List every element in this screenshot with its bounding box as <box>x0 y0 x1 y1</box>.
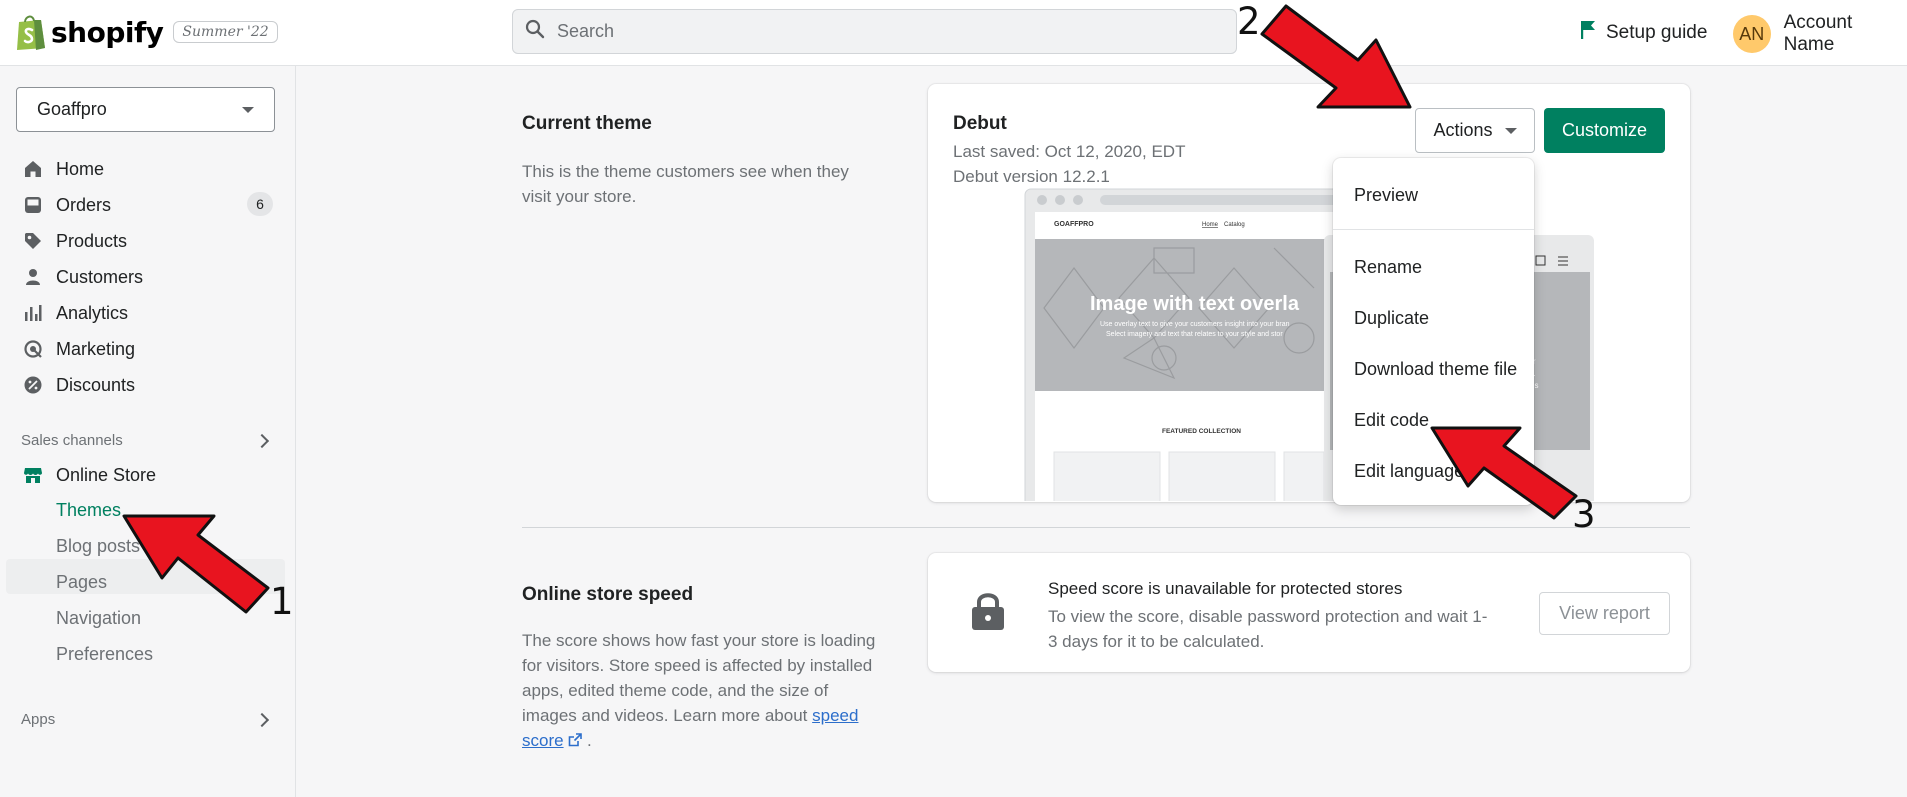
sidebar-item-label: Marketing <box>56 338 136 359</box>
discount-icon <box>22 374 44 396</box>
caret-down-icon <box>242 107 254 113</box>
sidebar-item-label: Home <box>56 158 105 179</box>
sidebar-item-customers[interactable]: Customers <box>22 262 143 292</box>
menu-divider <box>1333 229 1534 230</box>
menu-item-download-theme-file[interactable]: Download theme file <box>1354 359 1517 380</box>
setup-guide-label: Setup guide <box>1606 22 1708 43</box>
annotation-number-1: 1 <box>270 580 294 623</box>
svg-text:Select imagery and text that r: Select imagery and text that relates to … <box>1106 331 1283 338</box>
theme-version: Debut version 12.2.1 <box>953 167 1110 186</box>
store-name: Goaffpro <box>37 99 107 119</box>
menu-item-edit-language[interactable]: Edit language <box>1354 461 1464 482</box>
annotation-number-3: 3 <box>1572 493 1596 536</box>
active-item-highlight <box>6 559 285 594</box>
sidebar-item-discounts[interactable]: Discounts <box>22 370 135 400</box>
svg-text:Catalog: Catalog <box>1224 222 1245 228</box>
orders-count-badge: 6 <box>247 192 273 216</box>
menu-item-edit-code[interactable]: Edit code <box>1354 410 1429 431</box>
svg-text:Use overlay text to give your: Use overlay text to give your customers … <box>1100 321 1290 328</box>
speed-card-title: Speed score is unavailable for protected… <box>1048 579 1403 598</box>
account-menu[interactable]: AN Account Name <box>1733 12 1907 56</box>
search-icon <box>525 19 545 44</box>
shopify-bag-icon <box>14 13 48 51</box>
sidebar-item-label: Online Store <box>56 464 157 485</box>
menu-item-duplicate[interactable]: Duplicate <box>1354 308 1429 329</box>
avatar: AN <box>1733 15 1771 53</box>
setup-guide-button[interactable]: Setup guide <box>1580 20 1707 46</box>
search-bar[interactable] <box>512 9 1237 54</box>
external-link-icon[interactable] <box>568 729 583 754</box>
svg-text:GOAFFPRO: GOAFFPRO <box>1054 221 1094 228</box>
svg-text:Home: Home <box>1202 222 1219 228</box>
speed-description-end: . <box>587 731 592 750</box>
annotation-number-2: 2 <box>1237 0 1261 43</box>
edition-badge: Summer '22 <box>173 21 278 43</box>
sidebar-item-products[interactable]: Products <box>22 226 127 256</box>
online-store-speed-heading: Online store speed <box>522 584 694 605</box>
sidebar-subitem-pages[interactable]: Pages <box>56 572 107 593</box>
section-divider <box>522 527 1690 528</box>
sidebar-item-analytics[interactable]: Analytics <box>22 298 128 328</box>
view-report-button[interactable]: View report <box>1539 592 1670 635</box>
brand-name: shopify <box>51 15 164 49</box>
sidebar-subitem-navigation[interactable]: Navigation <box>56 608 141 629</box>
actions-menu: Preview Rename Duplicate Download theme … <box>1333 158 1534 505</box>
chevron-right-icon[interactable] <box>254 433 270 449</box>
apps-heading: Apps <box>21 711 56 728</box>
customize-button[interactable]: Customize <box>1544 108 1665 153</box>
chevron-right-icon[interactable] <box>254 712 270 728</box>
sidebar-item-label: Analytics <box>56 302 129 323</box>
search-input[interactable] <box>557 21 1197 42</box>
shopify-logo[interactable]: shopify Summer '22 <box>14 13 278 51</box>
tag-icon <box>22 230 44 252</box>
sidebar-item-marketing[interactable]: Marketing <box>22 334 135 364</box>
sidebar-subitem-preferences[interactable]: Preferences <box>56 644 153 665</box>
theme-last-saved: Last saved: Oct 12, 2020, EDT <box>953 142 1186 161</box>
target-icon <box>22 338 44 360</box>
menu-item-rename[interactable]: Rename <box>1354 257 1422 278</box>
svg-text:FEATURED COLLECTION: FEATURED COLLECTION <box>1162 428 1241 435</box>
actions-label: Actions <box>1433 120 1493 140</box>
current-theme-description: This is the theme customers see when the… <box>522 162 849 206</box>
flag-icon <box>1580 20 1596 46</box>
current-theme-heading: Current theme <box>522 113 652 134</box>
menu-item-preview[interactable]: Preview <box>1354 185 1418 206</box>
theme-name: Debut <box>953 113 1007 134</box>
sidebar-item-label: Discounts <box>56 374 136 395</box>
caret-down-icon <box>1504 127 1517 134</box>
sidebar-item-home[interactable]: Home <box>22 154 104 184</box>
account-name: Account Name <box>1783 12 1853 55</box>
sidebar-subitem-blog-posts[interactable]: Blog posts <box>56 536 140 557</box>
sidebar: Goaffpro Home Orders 6 Products Customer… <box>0 66 296 797</box>
sidebar-item-label: Products <box>56 230 128 251</box>
speed-card-text: To view the score, disable password prot… <box>1048 607 1488 651</box>
sidebar-subitem-themes[interactable]: Themes <box>56 500 121 521</box>
actions-button[interactable]: Actions <box>1415 108 1535 153</box>
store-icon <box>22 464 44 486</box>
speed-description: The score shows how fast your store is l… <box>522 628 887 754</box>
store-selector[interactable]: Goaffpro <box>16 87 275 132</box>
home-icon <box>22 158 44 180</box>
svg-text:Image with text overla: Image with text overla <box>1090 293 1300 315</box>
sales-channels-heading: Sales channels <box>21 432 123 449</box>
sidebar-item-label: Customers <box>56 266 144 287</box>
person-icon <box>22 266 44 288</box>
sidebar-item-orders[interactable]: Orders <box>22 190 111 220</box>
bar-chart-icon <box>22 302 44 324</box>
sidebar-item-label: Orders <box>56 194 112 215</box>
lock-icon <box>969 591 1007 636</box>
orders-icon <box>22 194 44 216</box>
top-bar: shopify Summer '22 Setup guide AN Accoun… <box>0 0 1907 66</box>
sidebar-item-online-store[interactable]: Online Store <box>22 460 156 490</box>
